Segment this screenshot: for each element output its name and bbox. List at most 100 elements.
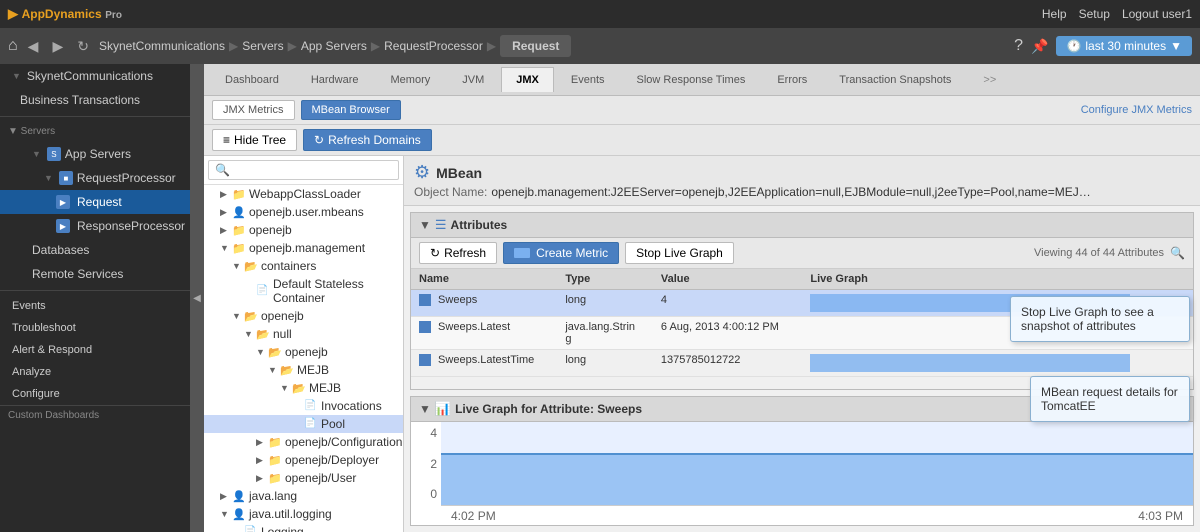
y-axis: 4 2 0	[411, 422, 441, 505]
live-graph-body: 4 2 0 4:02 PM 4:03 PM	[411, 422, 1193, 525]
tree-node-logging[interactable]: 📄 Logging	[204, 523, 403, 532]
sidebar-item-alert[interactable]: Alert & Respond	[0, 339, 190, 361]
sidebar-item-responseprocessor[interactable]: ▶ ResponseProcessor	[0, 214, 190, 238]
tree-node-openejb2[interactable]: ▼ 📂 openejb	[204, 307, 403, 325]
home-button[interactable]: ⌂	[8, 37, 18, 55]
tree-node-openejb[interactable]: ▶ 📁 openejb	[204, 221, 403, 239]
clock-icon: 🕐	[1066, 39, 1081, 53]
tree-search	[204, 156, 403, 185]
sidebar-toggle[interactable]: ◀	[190, 64, 204, 532]
tree-node-webappclassloader[interactable]: ▶ 📁 WebappClassLoader	[204, 185, 403, 203]
configure-jmx-link[interactable]: Configure JMX Metrics	[1081, 104, 1192, 116]
tree-node-openejb-management[interactable]: ▼ 📁 openejb.management	[204, 239, 403, 257]
tab-more[interactable]: >>	[968, 67, 1011, 92]
folder-icon: 📁	[232, 242, 246, 254]
top-bar-left: ▶ AppDynamics Pro	[8, 6, 122, 22]
create-metric-button[interactable]: Create Metric	[503, 242, 619, 264]
sidebar-item-configure[interactable]: Configure	[0, 383, 190, 405]
file-icon: 📄	[244, 526, 258, 532]
sub-tab-bar: JMX Metrics MBean Browser Configure JMX …	[204, 96, 1200, 125]
folder-icon: 📂	[244, 260, 258, 272]
tree-node-openejb-user-mbeans[interactable]: ▶ 👤 openejb.user.mbeans	[204, 203, 403, 221]
sidebar-item-remote-services[interactable]: Remote Services	[0, 262, 190, 286]
tab-jvm[interactable]: JVM	[447, 67, 499, 92]
attr-value-sweeps-latesttime: 1375785012722	[653, 350, 802, 377]
tree-node-openejb3[interactable]: ▼ 📂 openejb	[204, 343, 403, 361]
tree-node-user[interactable]: ▶ 📁 openejb/User	[204, 469, 403, 487]
folder-icon: 📂	[256, 328, 270, 340]
logout-link[interactable]: Logout user1	[1122, 7, 1192, 21]
live-graph-bar	[810, 354, 1130, 372]
sidebar-label: App Servers	[65, 147, 131, 161]
forward-button[interactable]: ▶	[48, 36, 67, 57]
collapse-icon[interactable]: ▼	[419, 218, 431, 232]
refresh-icon: ↻	[430, 246, 440, 260]
tab-errors[interactable]: Errors	[762, 67, 822, 92]
refresh-domains-button[interactable]: ↻ Refresh Domains	[303, 129, 432, 151]
setup-link[interactable]: Setup	[1079, 7, 1110, 21]
stop-live-graph-button[interactable]: Stop Live Graph	[625, 242, 734, 264]
sidebar-item-business-transactions[interactable]: Business Transactions	[0, 88, 190, 112]
mbean-obj-value: openejb.management:J2EEServer=openejb,J2…	[491, 185, 1091, 199]
sidebar-item-troubleshoot[interactable]: Troubleshoot	[0, 317, 190, 339]
sidebar-item-databases[interactable]: Databases	[0, 238, 190, 262]
col-live-graph: Live Graph	[802, 269, 1177, 290]
subtab-jmx-metrics[interactable]: JMX Metrics	[212, 100, 295, 120]
tab-hardware[interactable]: Hardware	[296, 67, 374, 92]
tab-jmx[interactable]: JMX	[501, 67, 554, 92]
sidebar-item-app-servers[interactable]: ▼ S App Servers	[0, 142, 190, 166]
tree-node-mejb1[interactable]: ▼ 📂 MEJB	[204, 361, 403, 379]
collapse-icon[interactable]: ▼	[419, 402, 431, 416]
attr-type-sweeps-latesttime: long	[557, 350, 653, 377]
scroll-cell	[1177, 350, 1193, 377]
tree-node-configuration[interactable]: ▶ 📁 openejb/ConfigurationI	[204, 433, 403, 451]
tree-node-deployer[interactable]: ▶ 📁 openejb/Deployer	[204, 451, 403, 469]
tree-node-containers[interactable]: ▼ 📂 containers	[204, 257, 403, 275]
sidebar-item-analyze[interactable]: Analyze	[0, 361, 190, 383]
sidebar-item-events[interactable]: Events	[0, 295, 190, 317]
callout-text: MBean request details for TomcatEE	[1041, 385, 1179, 413]
tab-memory[interactable]: Memory	[376, 67, 446, 92]
breadcrumb-servers[interactable]: Servers	[242, 39, 283, 53]
refresh-icon: ↻	[314, 133, 324, 147]
tree-node-java-lang[interactable]: ▶ 👤 java.lang	[204, 487, 403, 505]
breadcrumb-skynet[interactable]: SkynetCommunications	[99, 39, 225, 53]
tree-search-input[interactable]	[208, 160, 399, 180]
breadcrumb-requestprocessor[interactable]: RequestProcessor	[384, 39, 483, 53]
sidebar-item-request[interactable]: ▶ Request	[0, 190, 190, 214]
sidebar-item-requestprocessor[interactable]: ▼ ■ RequestProcessor	[0, 166, 190, 190]
help-link[interactable]: Help	[1042, 7, 1067, 21]
refresh-button[interactable]: ↻ Refresh	[419, 242, 497, 264]
folder-icon: 📁	[268, 472, 282, 484]
tab-slow-response[interactable]: Slow Response Times	[622, 67, 761, 92]
tree-node-invocations[interactable]: 📄 Invocations	[204, 397, 403, 415]
x-axis: 4:02 PM 4:03 PM	[441, 505, 1193, 525]
breadcrumb-app-servers[interactable]: App Servers	[301, 39, 367, 53]
tab-dashboard[interactable]: Dashboard	[210, 67, 294, 92]
tree-node-java-util-logging[interactable]: ▼ 👤 java.util.logging	[204, 505, 403, 523]
timerange-button[interactable]: 🕐 last 30 minutes ▼	[1056, 36, 1192, 56]
sidebar-item-skynet[interactable]: ▼ SkynetCommunications	[0, 64, 190, 88]
subtab-mbean-browser[interactable]: MBean Browser	[301, 100, 401, 120]
tree-node-pool[interactable]: 📄 Pool	[204, 415, 403, 433]
sidebar: ▼ SkynetCommunications Business Transact…	[0, 64, 190, 532]
col-value: Value	[653, 269, 802, 290]
mbean-obj-label: Object Name:	[414, 185, 487, 199]
tab-events[interactable]: Events	[556, 67, 620, 92]
sidebar-custom-dashboards[interactable]: Custom Dashboards	[0, 406, 190, 425]
folder-icon: 📂	[244, 310, 258, 322]
tree-node-default-stateless[interactable]: 📄 Default Stateless Container	[204, 275, 403, 307]
hide-tree-button[interactable]: ≡ Hide Tree	[212, 129, 297, 151]
folder-icon: 📂	[292, 382, 306, 394]
pushpin-icon[interactable]: 📌	[1031, 38, 1048, 55]
viewing-count: Viewing 44 of 44 Attributes	[1034, 247, 1164, 259]
back-button[interactable]: ◀	[24, 36, 43, 57]
graph-fill	[441, 455, 1193, 505]
help-icon[interactable]: ?	[1014, 37, 1023, 55]
table-row[interactable]: Sweeps.LatestTime long 1375785012722	[411, 350, 1193, 377]
tab-transaction-snapshots[interactable]: Transaction Snapshots	[824, 67, 966, 92]
tree-node-mejb2[interactable]: ▼ 📂 MEJB	[204, 379, 403, 397]
main-panel: ⚙ MBean Object Name: openejb.management:…	[404, 156, 1200, 532]
folder-icon: 📂	[280, 364, 294, 376]
tree-node-null[interactable]: ▼ 📂 null	[204, 325, 403, 343]
